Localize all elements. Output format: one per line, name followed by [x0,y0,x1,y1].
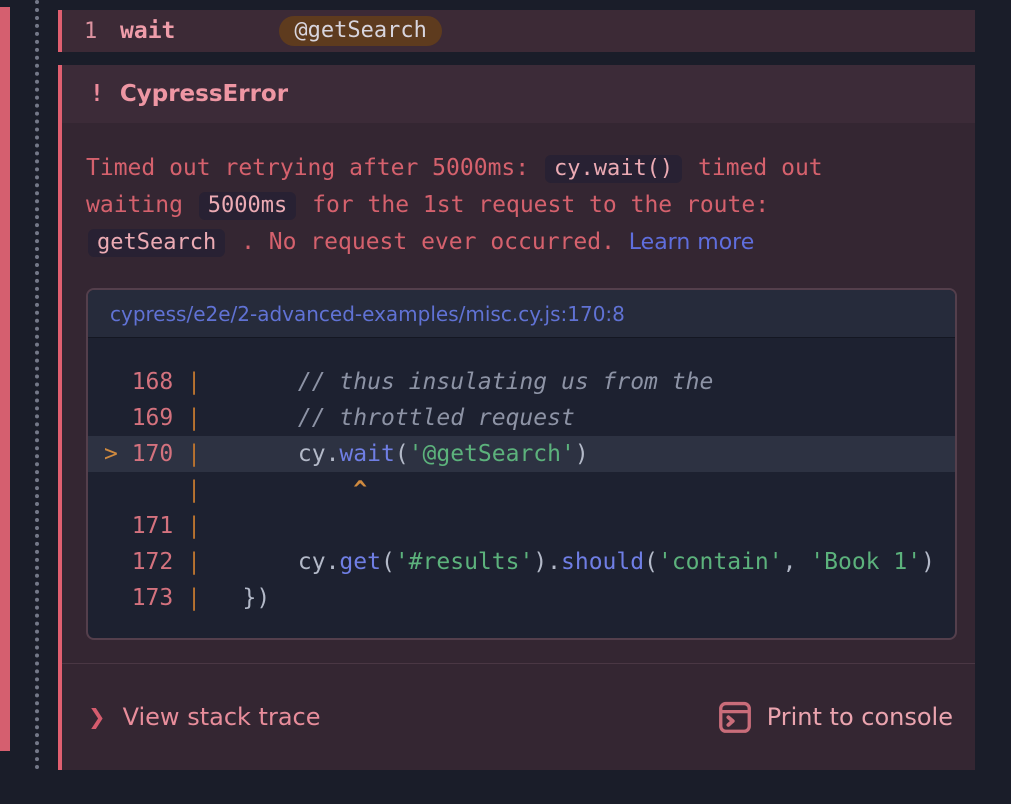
code-token-code: cy. [215,441,340,467]
inline-code-chip: cy.wait() [545,155,682,183]
command-alias-pill: @getSearch [279,16,441,46]
code-token-comment: // thus insulating us from the [215,369,714,395]
code-token-pipe: | [173,585,215,611]
code-line: | ^ [88,472,955,508]
code-line: > 170 | cy.wait('@getSearch') [88,436,955,472]
code-frame: cypress/e2e/2-advanced-examples/misc.cy.… [86,288,957,640]
code-line: 169 | // throttled request [88,400,955,436]
code-token-str: 'contain' [658,549,783,575]
code-token-code: cy. [215,549,340,575]
code-token-pipe: | [173,369,215,395]
error-message-text: . No request ever occurred. [227,229,629,255]
code-token-num: 170 [132,441,174,467]
error-message-text: Timed out retrying after 5000ms: [86,155,543,181]
code-token-caret: ^ [215,477,367,503]
terminal-icon [716,698,754,736]
code-token-pipe: | [173,549,215,575]
error-name: CypressError [120,81,288,107]
code-token-comment: // throttled request [215,405,575,431]
code-token-marker: > [104,441,132,467]
command-method: wait [120,18,175,44]
code-token-kw: wait [339,441,394,467]
code-token-code: , [783,549,811,575]
code-token-code: ). [533,549,561,575]
exclamation-icon: ! [90,81,104,107]
chevron-right-icon: ❯ [88,705,106,729]
code-token-code: }) [215,585,270,611]
code-token-kw: should [561,549,644,575]
error-message-text: for the 1st request to the route: [298,192,769,218]
code-token-str: '@getSearch' [409,441,575,467]
code-line: 173 | }) [88,580,955,616]
inline-code-chip: 5000ms [199,192,296,220]
code-token-code: ( [644,549,658,575]
code-token-pipe: | [173,405,215,431]
code-token-str: '#results' [395,549,533,575]
code-token-code: ( [395,441,409,467]
code-token-code: ) [575,441,589,467]
learn-more-link[interactable]: Learn more [629,230,754,255]
code-line: 168 | // thus insulating us from the [88,364,955,400]
error-footer: ❯ View stack trace Print to console [62,663,975,770]
print-to-console-label: Print to console [767,703,953,731]
code-token-code: ) [921,549,935,575]
view-stack-trace-label: View stack trace [123,703,321,731]
code-token-num: 173 [104,585,173,611]
error-panel: ! CypressError Timed out retrying after … [58,65,975,770]
code-frame-header: cypress/e2e/2-advanced-examples/misc.cy.… [88,290,955,338]
command-number: 1 [84,19,120,44]
code-line: 172 | cy.get('#results').should('contain… [88,544,955,580]
code-token-num: 172 [104,549,173,575]
hook-indent-dotted-line [35,0,39,770]
view-stack-trace-toggle[interactable]: ❯ View stack trace [88,703,320,731]
code-token-pipe: | [173,441,215,467]
inline-code-chip: getSearch [88,229,225,257]
error-message: Timed out retrying after 5000ms: cy.wait… [86,150,878,261]
code-line: 171 | [88,508,955,544]
code-token-num [104,477,173,503]
code-token-num: 171 [104,513,173,539]
error-header-toggle[interactable]: ! CypressError [62,65,975,123]
error-body: Timed out retrying after 5000ms: cy.wait… [62,123,975,640]
code-token-code: ( [381,549,395,575]
code-frame-body: 168 | // thus insulating us from the 169… [88,338,955,616]
code-token-str: 'Book 1' [810,549,921,575]
print-to-console-button[interactable]: Print to console [716,698,953,736]
code-token-pipe: | [173,477,215,503]
code-token-pipe: | [173,513,215,539]
test-accent-bar [0,7,10,751]
command-log-row[interactable]: 1 wait @getSearch [58,10,975,52]
code-token-num: 169 [104,405,173,431]
code-token-num: 168 [104,369,173,395]
code-frame-file-link[interactable]: cypress/e2e/2-advanced-examples/misc.cy.… [110,302,625,326]
code-token-kw: get [339,549,381,575]
